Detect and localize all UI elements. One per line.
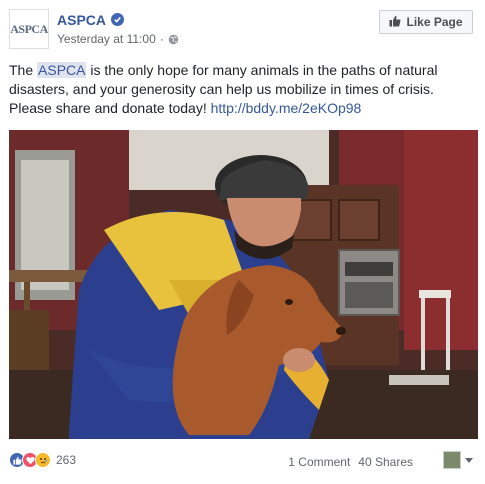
facebook-post: ASPCA ASPCA Yesterday at 11:00 · Like Pa… (0, 0, 485, 484)
page-avatar[interactable]: ASPCA (9, 9, 49, 49)
like-page-label: Like Page (406, 15, 463, 29)
like-page-button[interactable]: Like Page (379, 10, 473, 34)
chevron-down-icon (465, 457, 473, 463)
meta-separator: · (159, 32, 164, 46)
post-timestamp[interactable]: Yesterday at 11:00 (57, 32, 156, 46)
avatar-brand-logo: ASPCA (10, 21, 48, 36)
donate-link[interactable]: http://bddy.me/2eKOp98 (211, 100, 362, 116)
post-text-start: The (9, 62, 38, 78)
rescuer-holding-dog-photo (9, 130, 478, 439)
engagement-stats: 1 Comment 40 Shares (288, 455, 413, 469)
post-photo[interactable] (9, 130, 478, 439)
post-footer: 263 1 Comment 40 Shares (9, 450, 473, 472)
page-mention-link[interactable]: ASPCA (37, 62, 87, 78)
reactions-summary[interactable]: 263 (9, 452, 76, 468)
comments-link[interactable]: 1 Comment (288, 455, 350, 469)
sad-reaction-icon (35, 452, 51, 468)
shares-link[interactable]: 40 Shares (358, 455, 413, 469)
actor-selector[interactable] (443, 451, 473, 469)
post-meta: Yesterday at 11:00 · (57, 32, 179, 46)
user-avatar (443, 451, 461, 469)
page-name-link[interactable]: ASPCA (57, 12, 106, 28)
reaction-count: 263 (56, 453, 77, 467)
thumbs-up-icon (389, 15, 401, 30)
verified-badge-icon (111, 13, 124, 26)
globe-icon[interactable] (168, 34, 179, 45)
post-header: ASPCA ASPCA Yesterday at 11:00 · Like Pa… (9, 9, 473, 51)
post-text: The ASPCA is the only hope for many anim… (9, 61, 475, 118)
